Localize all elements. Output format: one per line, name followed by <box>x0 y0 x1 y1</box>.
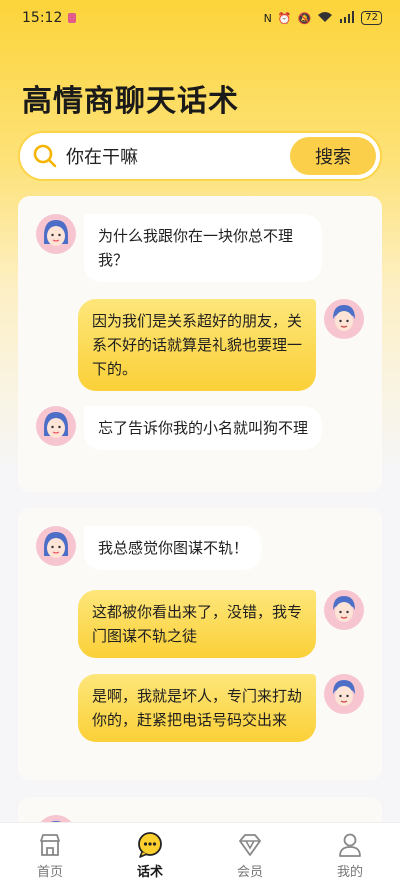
message-bubble-sent: 这都被你看出来了，没错，我专门图谋不轨之徒 <box>78 590 316 658</box>
message-bubble-sent: 是啊，我就是坏人，专门来打劫你的，赶紧把电话号码交出来 <box>78 674 316 742</box>
male-avatar-icon <box>324 590 364 630</box>
notification-icon <box>68 13 77 23</box>
female-avatar-icon <box>36 526 76 566</box>
status-bar: 15:12 N ⏰ 🔕 72 <box>0 0 400 36</box>
chat-icon <box>138 832 162 858</box>
tab-membership[interactable]: 会员 <box>210 831 290 880</box>
tab-label: 首页 <box>36 865 63 880</box>
tab-home[interactable]: 首页 <box>10 831 90 880</box>
message-bubble-received: 我总感觉你图谋不轨！ <box>84 526 263 570</box>
search-input[interactable] <box>66 145 266 167</box>
status-time: 15:12 <box>22 10 63 26</box>
tab-label: 我的 <box>336 865 363 880</box>
search-bar: 搜索 <box>18 131 382 181</box>
message-bubble-received: 忘了告诉你我的小名就叫狗不理 <box>84 406 322 450</box>
female-avatar-icon <box>36 406 76 446</box>
tab-profile[interactable]: 我的 <box>310 831 390 880</box>
message-bubble-received: 为什么我跟你在一块你总不理我？ <box>84 214 322 282</box>
female-avatar-icon <box>36 214 76 254</box>
signal-icon <box>339 10 355 26</box>
alarm-icon: ⏰ <box>277 11 292 25</box>
conversation-card[interactable]: 我总感觉你图谋不轨！ 这都被你看出来了，没错，我专门图谋不轨之徒 是啊，我就是坏… <box>18 508 382 780</box>
male-avatar-icon <box>324 299 364 339</box>
profile-icon <box>339 833 361 857</box>
male-avatar-icon <box>324 674 364 714</box>
nfc-icon: N <box>263 11 272 25</box>
diamond-icon <box>239 834 261 856</box>
tab-label: 话术 <box>136 865 163 880</box>
mute-icon: 🔕 <box>297 11 312 25</box>
wifi-icon <box>317 11 333 26</box>
bottom-tab-bar: 首页 话术 会员 我的 <box>0 822 400 890</box>
battery-icon: 72 <box>361 11 382 25</box>
page-title: 高情商聊天话术 <box>22 84 239 119</box>
search-icon <box>33 144 57 168</box>
tab-scripts[interactable]: 话术 <box>110 831 190 880</box>
tab-label: 会员 <box>236 865 263 880</box>
message-bubble-sent: 因为我们是关系超好的朋友，关系不好的话就算是礼貌也要理一下的。 <box>78 299 316 391</box>
search-button[interactable]: 搜索 <box>290 137 376 175</box>
conversation-card[interactable]: 为什么我跟你在一块你总不理我？ 因为我们是关系超好的朋友，关系不好的话就算是礼貌… <box>18 196 382 492</box>
home-icon <box>40 834 60 856</box>
